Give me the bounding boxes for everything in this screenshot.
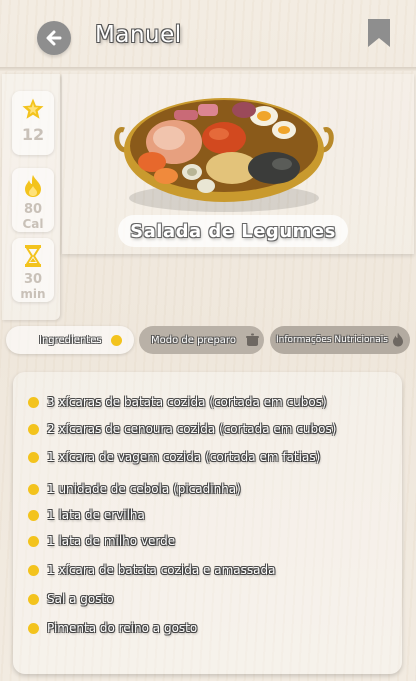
servings-stat: 12 (12, 91, 54, 155)
tab-ingredients[interactable]: Ingredientes (6, 326, 134, 354)
servings-value: 12 (21, 125, 45, 144)
tab-preparo[interactable]: Modo de preparo (139, 326, 264, 354)
tab-nutrition[interactable]: Informações Nutricionais (270, 326, 410, 354)
time-value: 30 (23, 272, 43, 287)
bullet-dot (28, 509, 39, 521)
bullet-dot (28, 451, 39, 463)
active-tab-indicator (111, 335, 122, 346)
list-item: 1 unidade de cebola (picadinha) (28, 480, 241, 498)
tab-nutrition-label: Informações Nutricionais (276, 335, 388, 345)
bullet-dot (28, 564, 39, 576)
bullet-dot (28, 396, 39, 408)
list-item: Pimenta do reino a gosto (28, 619, 197, 637)
star-icon (22, 98, 44, 119)
back-button[interactable] (37, 21, 71, 55)
ingredient-text: 1 xícara de batata cozida e amassada (47, 563, 276, 577)
ingredient-text: Sal a gosto (47, 592, 114, 606)
recipe-image (114, 98, 334, 212)
time-stat: 30 min (12, 238, 54, 302)
calories-unit: Cal (22, 217, 44, 231)
pot-icon (246, 333, 259, 346)
tab-ingredients-label: Ingredientes (39, 334, 102, 346)
bullet-dot (28, 622, 39, 634)
ingredient-text: 2 xícaras de cenoura cozida (cortada em … (47, 422, 337, 436)
hourglass-icon (25, 245, 41, 267)
app-header: Manuel (0, 0, 416, 72)
arrow-left-icon (46, 30, 62, 46)
list-item: 1 lata de milho verde (28, 532, 175, 550)
ingredient-text: 1 lata de milho verde (47, 534, 176, 548)
calories-value: 80 (23, 202, 43, 217)
bullet-dot (28, 423, 39, 435)
flame-icon (25, 175, 41, 197)
bullet-dot (28, 535, 39, 547)
ingredients-card: 3 xícaras de batata cozida (cortada em c… (13, 372, 402, 674)
list-item: 1 lata de ervilha (28, 506, 145, 524)
list-item: Sal a gosto (28, 590, 114, 608)
bookmark-button[interactable] (367, 18, 391, 52)
header-divider (0, 67, 416, 71)
list-item: 2 xícaras de cenoura cozida (cortada em … (28, 420, 336, 438)
ingredient-text: 1 lata de ervilha (47, 508, 145, 522)
list-item: 1 xícara de vagem cozida (cortada em fat… (28, 448, 320, 466)
bullet-dot (28, 593, 39, 605)
recipe-title: Salada de Legumes (118, 215, 348, 247)
tab-preparo-label: Modo de preparo (151, 334, 236, 346)
recipe-tabs: Ingredientes Modo de preparo Informações… (0, 324, 416, 360)
ingredient-text: 3 xícaras de batata cozida (cortada em c… (47, 395, 327, 409)
ingredient-text: Pimenta do reino a gosto (47, 621, 198, 635)
time-unit: min (20, 287, 46, 301)
calories-stat: 80 Cal (12, 168, 54, 232)
list-item: 1 xícara de batata cozida e amassada (28, 561, 275, 579)
list-item: 3 xícaras de batata cozida (cortada em c… (28, 393, 327, 411)
bookmark-icon (368, 19, 390, 47)
bullet-dot (28, 483, 39, 495)
ingredient-text: 1 unidade de cebola (picadinha) (47, 482, 241, 496)
recipe-photo-card: Salada de Legumes (62, 74, 414, 254)
page-title: Manuel (95, 22, 182, 48)
ingredient-text: 1 xícara de vagem cozida (cortada em fat… (47, 450, 321, 464)
stats-panel: 12 80 Cal 30 min (2, 74, 60, 320)
flame-icon (393, 332, 403, 347)
